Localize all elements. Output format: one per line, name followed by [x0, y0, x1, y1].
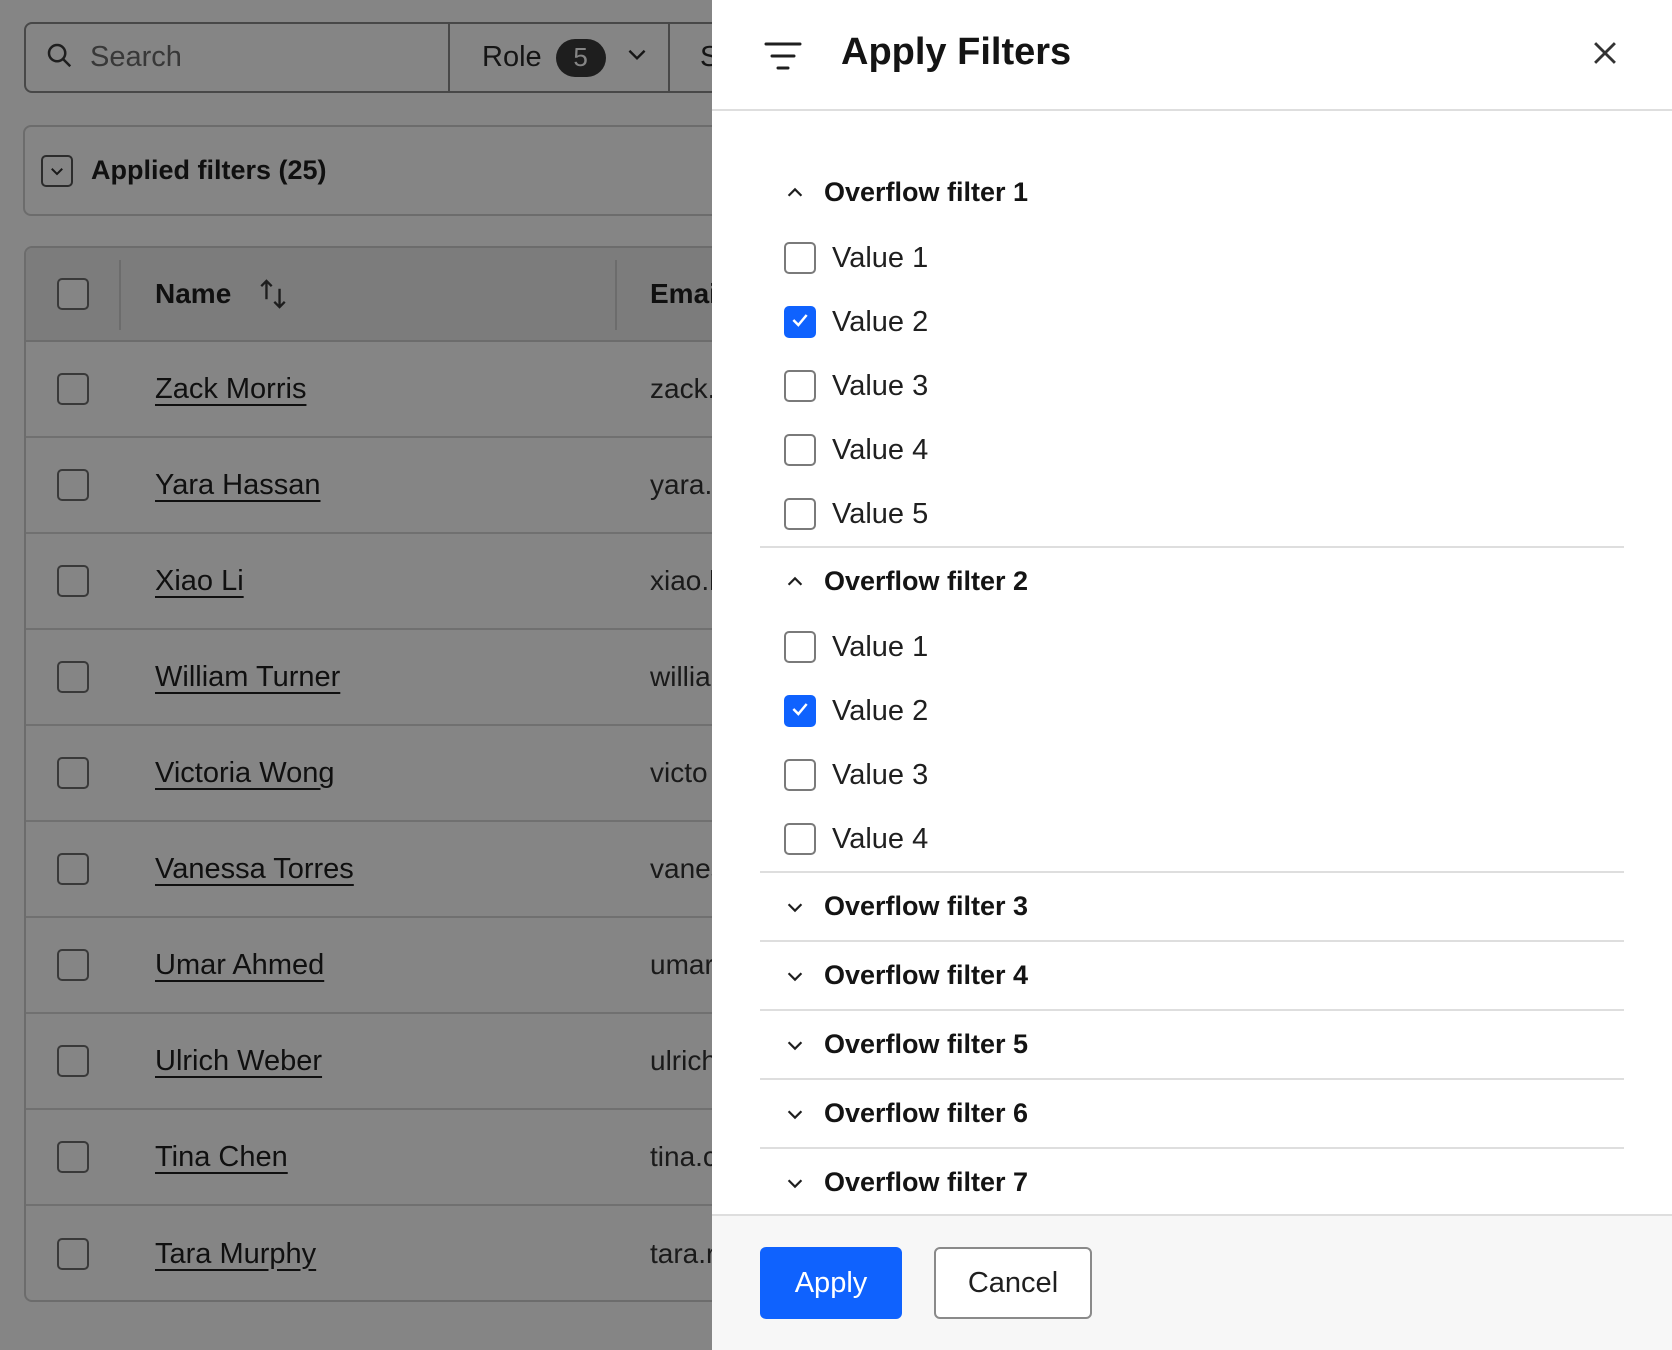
filter-group-header[interactable]: Overflow filter 6 — [760, 1080, 1624, 1147]
filter-group: Overflow filter 3 — [760, 873, 1624, 942]
filter-icon — [764, 42, 802, 70]
filter-option-checkbox[interactable] — [784, 695, 816, 727]
drawer-footer: Apply Cancel — [712, 1214, 1672, 1350]
apply-button[interactable]: Apply — [760, 1247, 902, 1319]
filter-group: Overflow filter 7 — [760, 1149, 1624, 1213]
filter-group-label: Overflow filter 1 — [824, 177, 1029, 207]
filter-group-label: Overflow filter 2 — [824, 566, 1029, 596]
filter-option[interactable]: Value 2 — [760, 679, 1624, 743]
filter-group-label: Overflow filter 4 — [824, 960, 1029, 990]
filter-option-checkbox[interactable] — [784, 370, 816, 402]
filter-option-label: Value 1 — [832, 241, 929, 274]
filter-option-checkbox[interactable] — [784, 759, 816, 791]
filter-option-label: Value 1 — [832, 630, 929, 663]
filter-group-header[interactable]: Overflow filter 1 — [760, 159, 1624, 226]
chevron-up-icon[interactable] — [784, 182, 806, 204]
chevron-down-icon[interactable] — [784, 1103, 806, 1125]
chevron-up-icon[interactable] — [784, 571, 806, 593]
filter-option[interactable]: Value 2 — [760, 290, 1624, 354]
filter-option[interactable]: Value 4 — [760, 418, 1624, 482]
filter-option-checkbox[interactable] — [784, 306, 816, 338]
filter-group-header[interactable]: Overflow filter 4 — [760, 942, 1624, 1009]
filter-option[interactable]: Value 5 — [760, 482, 1624, 546]
filter-option[interactable]: Value 1 — [760, 615, 1624, 679]
filter-option[interactable]: Value 4 — [760, 807, 1624, 871]
cancel-button[interactable]: Cancel — [934, 1247, 1092, 1319]
filter-option-checkbox[interactable] — [784, 631, 816, 663]
filter-group-label: Overflow filter 6 — [824, 1098, 1029, 1128]
chevron-down-icon[interactable] — [784, 896, 806, 918]
chevron-down-icon[interactable] — [784, 1172, 806, 1194]
filter-option[interactable]: Value 1 — [760, 226, 1624, 290]
filter-option-label: Value 3 — [832, 758, 929, 791]
checkmark-icon — [790, 310, 810, 335]
filter-option-checkbox[interactable] — [784, 434, 816, 466]
drawer-header: Apply Filters — [712, 0, 1672, 111]
filter-option-label: Value 4 — [832, 433, 929, 466]
filter-group-label: Overflow filter 5 — [824, 1029, 1029, 1059]
filter-option[interactable]: Value 3 — [760, 354, 1624, 418]
filter-option[interactable]: Value 3 — [760, 743, 1624, 807]
apply-filters-drawer: Apply Filters Overflow filter 1 Value 1 Va… — [712, 0, 1672, 1350]
checkmark-icon — [790, 699, 810, 724]
filter-group-header[interactable]: Overflow filter 3 — [760, 873, 1624, 940]
filter-group-header[interactable]: Overflow filter 2 — [760, 548, 1624, 615]
close-icon[interactable] — [1588, 36, 1622, 70]
filter-group: Overflow filter 6 — [760, 1080, 1624, 1149]
filter-option-label: Value 4 — [832, 822, 929, 855]
filter-groups-list[interactable]: Overflow filter 1 Value 1 Value 2 Value 3 Va… — [712, 113, 1672, 1213]
filter-group: Overflow filter 4 — [760, 942, 1624, 1011]
chevron-down-icon[interactable] — [784, 1034, 806, 1056]
drawer-title: Apply Filters — [841, 31, 1072, 73]
filter-group-label: Overflow filter 7 — [824, 1167, 1029, 1197]
filter-group-label: Overflow filter 3 — [824, 891, 1029, 921]
filter-option-label: Value 5 — [832, 497, 929, 530]
filter-option-label: Value 3 — [832, 369, 929, 402]
filter-option-checkbox[interactable] — [784, 242, 816, 274]
filter-group-header[interactable]: Overflow filter 5 — [760, 1011, 1624, 1078]
filter-group-header[interactable]: Overflow filter 7 — [760, 1149, 1624, 1213]
filter-option-label: Value 2 — [832, 305, 929, 338]
list-top-spacer — [712, 113, 1672, 159]
filter-group: Overflow filter 1 Value 1 Value 2 Value 3 Va… — [760, 159, 1624, 548]
filter-option-checkbox[interactable] — [784, 823, 816, 855]
filter-option-checkbox[interactable] — [784, 498, 816, 530]
chevron-down-icon[interactable] — [784, 965, 806, 987]
filter-group: Overflow filter 2 Value 1 Value 2 Value 3 Va… — [760, 548, 1624, 873]
filter-option-label: Value 2 — [832, 694, 929, 727]
filter-group: Overflow filter 5 — [760, 1011, 1624, 1080]
